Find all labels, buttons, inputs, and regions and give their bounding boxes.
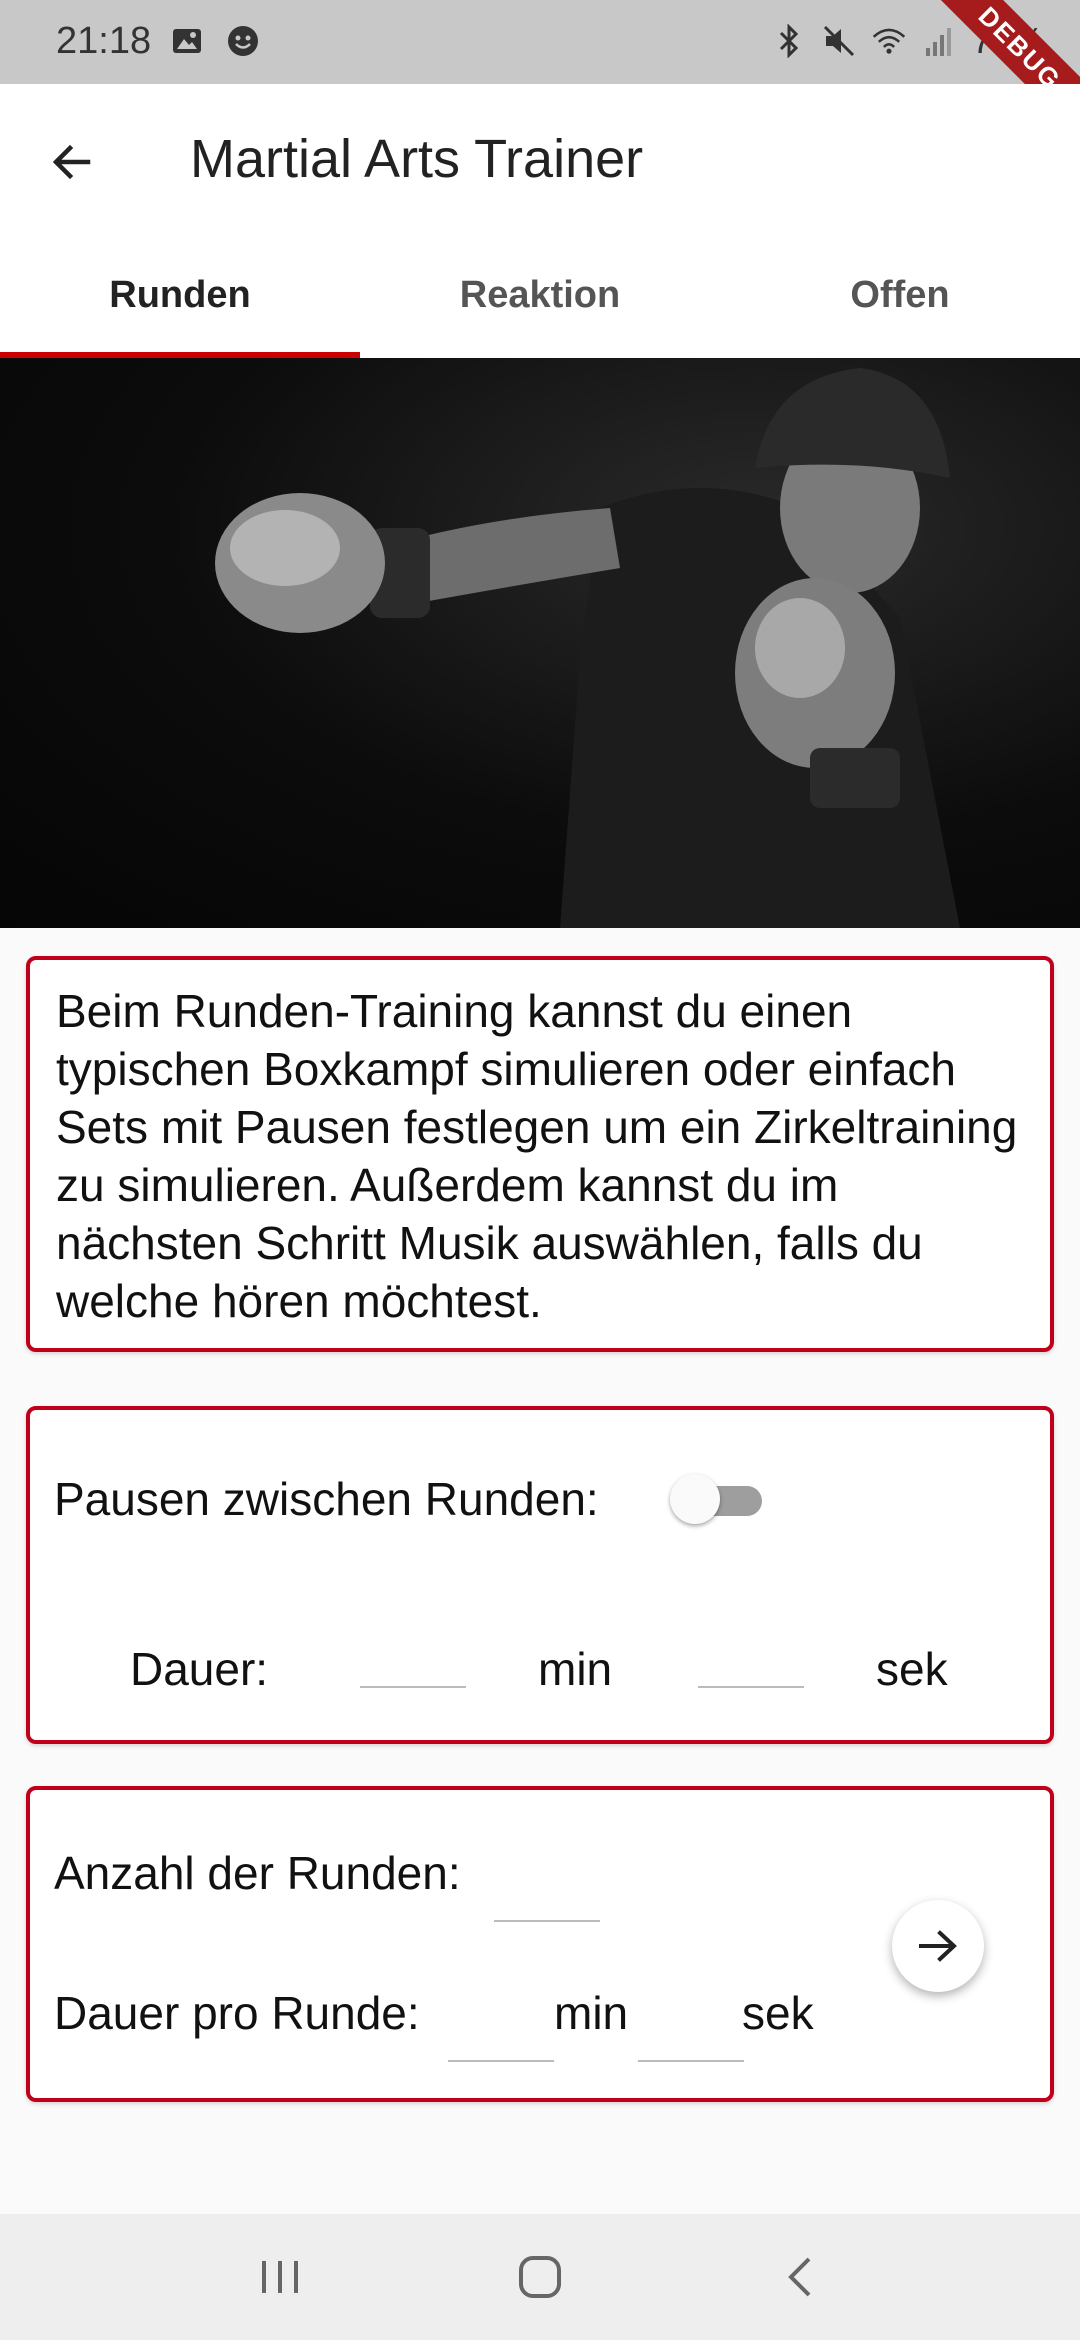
home-icon bbox=[519, 2256, 561, 2298]
wifi-icon bbox=[872, 24, 906, 58]
toggle-thumb bbox=[670, 1474, 720, 1524]
page-title: Martial Arts Trainer bbox=[190, 129, 644, 189]
round-sek-label: sek bbox=[742, 1987, 814, 2039]
next-button[interactable] bbox=[892, 1900, 984, 1992]
round-min-label: min bbox=[554, 1987, 629, 2039]
status-time: 21:18 bbox=[56, 20, 152, 62]
emoji-icon bbox=[226, 24, 260, 58]
pause-min-input[interactable] bbox=[360, 1628, 466, 1688]
signal-icon bbox=[922, 24, 956, 58]
app-bar: Martial Arts Trainer bbox=[0, 84, 1080, 232]
tab-offen[interactable]: Offen bbox=[720, 232, 1080, 358]
back-button[interactable] bbox=[36, 126, 108, 198]
rounds-label: Anzahl der Runden: bbox=[54, 1847, 461, 1899]
pause-sek-input[interactable] bbox=[698, 1628, 804, 1688]
back-icon bbox=[788, 2257, 811, 2297]
nav-back-button[interactable] bbox=[750, 2227, 850, 2327]
pause-card: Pausen zwischen Runden: Dauer: min sek bbox=[26, 1406, 1054, 1744]
dauer-label: Dauer: bbox=[130, 1643, 269, 1695]
recents-icon bbox=[262, 2261, 298, 2293]
system-nav-bar bbox=[0, 2214, 1080, 2340]
tab-runden[interactable]: Runden bbox=[0, 232, 360, 358]
image-icon bbox=[170, 24, 204, 58]
recents-button[interactable] bbox=[230, 2227, 330, 2327]
description-text: Beim Runden-Training kannst du einen typ… bbox=[56, 985, 1018, 1327]
status-bar: 21:18 70% DEBUG bbox=[0, 0, 1080, 156]
description-card: Beim Runden-Training kannst du einen typ… bbox=[26, 956, 1054, 1352]
bluetooth-icon bbox=[772, 24, 806, 58]
round-min-input[interactable] bbox=[448, 2002, 554, 2062]
pause-min-label: min bbox=[538, 1643, 613, 1695]
pause-label: Pausen zwischen Runden: bbox=[54, 1473, 599, 1525]
tab-reaktion[interactable]: Reaktion bbox=[360, 232, 720, 358]
arrow-right-icon bbox=[919, 1930, 957, 1962]
round-sek-input[interactable] bbox=[638, 2002, 744, 2062]
rounds-input[interactable] bbox=[494, 1862, 600, 1922]
pause-sek-label: sek bbox=[876, 1643, 948, 1695]
arrow-left-icon bbox=[52, 144, 91, 180]
hero-image bbox=[0, 358, 1080, 928]
pause-toggle[interactable] bbox=[670, 1474, 762, 1524]
round-duration-label: Dauer pro Runde: bbox=[54, 1987, 420, 2039]
home-button[interactable] bbox=[490, 2227, 590, 2327]
tab-bar: Runden Reaktion Offen bbox=[0, 232, 1080, 358]
mute-icon bbox=[822, 24, 856, 58]
rounds-card: Anzahl der Runden: Dauer pro Runde: min … bbox=[26, 1786, 1054, 2102]
